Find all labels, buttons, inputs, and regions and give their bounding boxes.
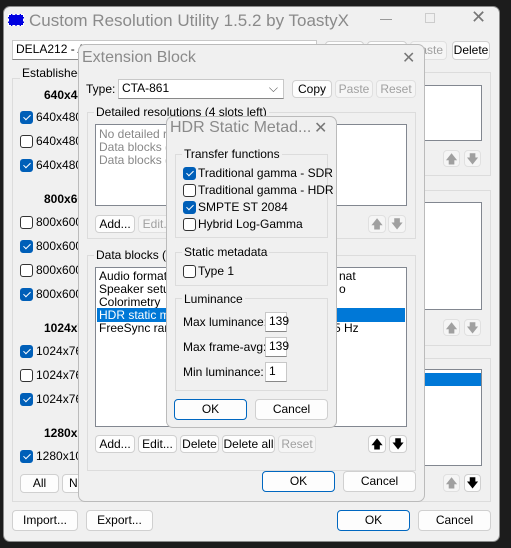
close-button[interactable]: ✕ [471,7,486,28]
extension-cancel-button[interactable]: Cancel [343,471,416,492]
data-reset-button[interactable]: Reset [278,435,316,453]
move-up-button[interactable]: 🡅 [443,319,460,336]
move-down-button[interactable]: 🡇 [389,435,407,453]
res-label: 640x480 [36,110,83,124]
checkbox[interactable] [20,264,33,277]
checkbox[interactable] [20,345,33,358]
res-label: 640x480 [36,134,83,148]
checkbox-label: SMPTE ST 2084 [198,200,288,214]
res-label: 1024x76 [36,368,83,382]
delete-button[interactable]: Delete [452,41,490,60]
list-item[interactable]: Speaker setup o [99,282,346,296]
min-luminance-label: Min luminance: [183,365,264,379]
checkbox[interactable] [20,135,33,148]
checkbox-label: Traditional gamma - SDR [198,166,333,180]
checkbox[interactable] [20,216,33,229]
chevron-down-icon: ⌵ [268,81,278,95]
type-value: CTA-861 [122,81,170,95]
max-frame-avg-label: Max frame-avg: [183,340,267,354]
checkbox-label: Traditional gamma - HDR [198,183,334,197]
move-up-button[interactable]: 🡅 [443,150,460,167]
max-luminance-label: Max luminance: [183,315,268,329]
minimize-button[interactable] [380,19,392,20]
main-cancel-button[interactable]: Cancel [418,510,491,531]
move-down-button[interactable]: 🡇 [464,150,481,167]
hdr-ok-button[interactable]: OK [174,399,247,420]
checkbox-label: Type 1 [198,264,235,278]
import-button[interactable]: Import... [12,510,78,531]
app-icon [8,14,24,26]
checkbox[interactable] [20,111,33,124]
right-list-3[interactable] [415,369,482,466]
data-add-button[interactable]: Add... [95,435,135,453]
transfer-label: Transfer functions [182,147,282,161]
extension-close-button[interactable]: ✕ [402,48,415,68]
res-label: 800x600 [36,215,83,229]
min-luminance-input[interactable]: 1 [265,362,287,382]
hdr-close-button[interactable]: ✕ [314,118,327,138]
move-up-button[interactable]: 🡅 [443,474,460,492]
checkbox-label: Hybrid Log-Gamma [198,217,303,231]
copy-button[interactable]: Copy [292,80,332,98]
move-up-button[interactable]: 🡅 [368,435,386,453]
paste-button[interactable]: Paste [335,80,373,98]
maximize-button[interactable] [425,13,435,23]
extension-title: Extension Block [82,49,196,66]
luminance-label: Luminance [182,292,245,306]
list-item[interactable]: Colorimetry [99,295,160,309]
checkbox[interactable] [20,240,33,253]
res-label: 800x600 [36,287,83,301]
res-label: 1280x10 [36,449,83,463]
type-label: Type: [86,82,116,96]
hdr-cancel-button[interactable]: Cancel [255,399,328,420]
reset-button[interactable]: Reset [376,80,416,98]
right-list-1[interactable] [415,85,482,141]
list-item[interactable]: No detailed re [99,127,174,141]
move-up-button[interactable]: 🡅 [368,215,386,233]
static-metadata-label: Static metadata [182,245,270,259]
checkbox[interactable] [183,167,196,180]
detailed-add-button[interactable]: Add... [95,215,135,233]
main-ok-button[interactable]: OK [337,510,410,531]
hdr-title: HDR Static Metad... [170,119,312,136]
checkbox[interactable] [183,184,196,197]
res-label: 1024x76 [36,344,83,358]
checkbox[interactable] [183,218,196,231]
res-label: 640x480 [36,158,83,172]
export-button[interactable]: Export... [86,510,153,531]
checkbox[interactable] [20,450,33,463]
right-list-2[interactable] [415,202,482,310]
move-down-button[interactable]: 🡇 [464,474,481,492]
checkbox[interactable] [20,159,33,172]
move-down-button[interactable]: 🡇 [464,319,481,336]
all-button[interactable]: All [20,474,59,493]
data-blocks-label: Data blocks (8 [94,248,175,262]
extension-ok-button[interactable]: OK [262,471,335,492]
max-luminance-input[interactable]: 139 [265,312,289,332]
res-label: 800x600 [36,263,83,277]
window-title: Custom Resolution Utility 1.5.2 by Toast… [29,11,349,30]
max-frame-avg-input[interactable]: 139 [265,337,289,357]
data-edit-button[interactable]: Edit... [138,435,177,453]
data-delete-all-button[interactable]: Delete all [222,435,275,453]
res-label: 800x600 [36,239,83,253]
checkbox[interactable] [20,369,33,382]
list-item[interactable]: Data blocks (5 [99,153,176,167]
list-item[interactable]: Audio formats nat [99,269,356,283]
checkbox[interactable] [183,201,196,214]
move-down-button[interactable]: 🡇 [388,215,406,233]
list-item[interactable]: Data blocks (1 [99,140,176,154]
res-label: 1024x76 [36,392,83,406]
checkbox[interactable] [20,288,33,301]
established-label: Established [20,66,87,80]
checkbox[interactable] [20,393,33,406]
type-select[interactable]: CTA-861 ⌵ [118,79,284,99]
data-delete-button[interactable]: Delete [180,435,219,453]
checkbox[interactable] [183,265,196,278]
